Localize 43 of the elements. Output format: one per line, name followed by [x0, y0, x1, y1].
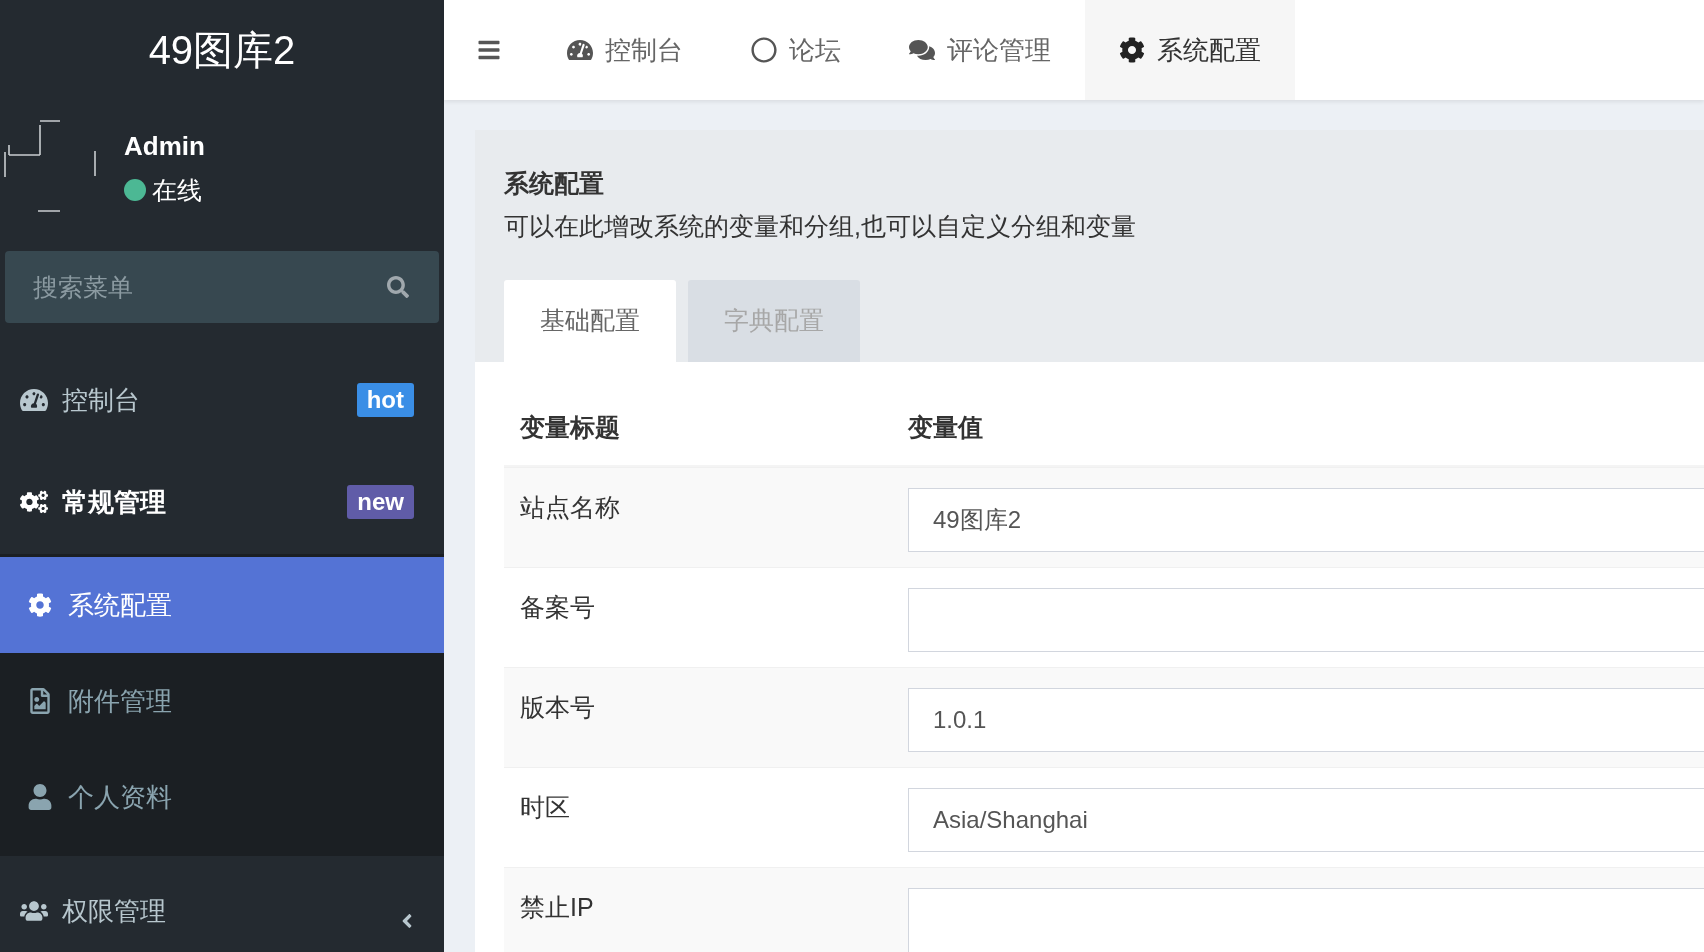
site-title: 49图库2 — [148, 27, 296, 74]
text-input[interactable]: Asia/Shanghai — [908, 788, 1704, 852]
variable-label: 版本号 — [520, 693, 595, 721]
gear-icon — [1119, 37, 1145, 63]
panel-title: 系统配置 — [504, 168, 605, 199]
submenu-item[interactable]: 个人资料 — [0, 749, 444, 845]
image-file-icon — [28, 688, 52, 714]
menu-icon — [476, 38, 501, 62]
submenu-item[interactable]: 附件管理 — [0, 653, 444, 749]
text-input[interactable] — [908, 588, 1704, 652]
nav-tab[interactable]: 评论管理 — [875, 0, 1085, 100]
gear-icon — [28, 592, 52, 618]
user-name: Admin — [124, 129, 205, 162]
menu-badge: hot — [356, 383, 414, 417]
nav-tab[interactable]: 论坛 — [717, 0, 875, 100]
column-header: 变量标题 — [519, 411, 621, 443]
column-header: 变量值 — [907, 411, 983, 443]
variable-label: 站点名称 — [520, 493, 620, 521]
menu-item[interactable]: 权限管理 — [0, 856, 444, 952]
users-icon — [20, 898, 48, 924]
textarea-field[interactable] — [908, 888, 1704, 952]
menu-item[interactable]: 常规管理 new — [0, 450, 444, 554]
variable-label: 禁止IP — [520, 893, 594, 921]
gauge-icon — [20, 387, 48, 413]
nav-tab[interactable]: 控制台 — [533, 0, 717, 100]
config-tab[interactable]: 基础配置 — [504, 280, 676, 362]
variable-label: 备案号 — [520, 593, 595, 621]
text-input[interactable]: 1.0.1 — [908, 688, 1704, 752]
text-input[interactable]: 49图库2 — [908, 488, 1704, 552]
search-icon — [387, 276, 409, 298]
menu-item[interactable]: 控制台 hot — [0, 350, 444, 450]
nav-tab[interactable]: 系统配置 — [1085, 0, 1295, 100]
panel-description: 可以在此增改系统的变量和分组,也可以自定义分组和变量 — [504, 211, 1137, 242]
status-text: 在线 — [152, 174, 202, 206]
gauge-icon — [567, 37, 593, 63]
submenu-item[interactable]: 系统配置 — [0, 557, 444, 653]
user-icon — [28, 784, 52, 810]
menu-badge: new — [347, 485, 414, 519]
search-field[interactable]: 搜索菜单 — [5, 251, 439, 323]
broken-image-icon — [4, 119, 96, 212]
chat-bubbles-icon — [909, 37, 935, 63]
gears-icon — [20, 489, 48, 515]
variable-label: 时区 — [520, 793, 570, 821]
